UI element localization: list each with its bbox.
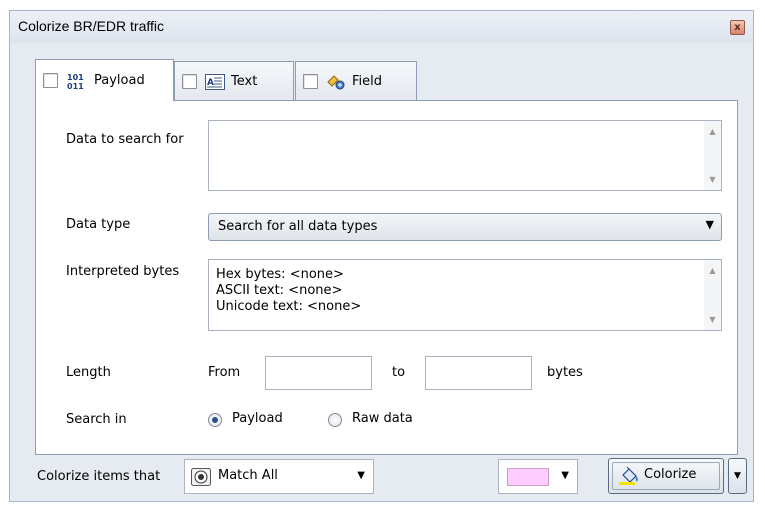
field-icon — [326, 73, 346, 91]
window-title: Colorize BR/EDR traffic — [18, 18, 165, 34]
scroll-down-icon[interactable]: ▼ — [704, 175, 721, 184]
chevron-down-icon: ▼ — [734, 471, 741, 481]
tab-field[interactable]: Field — [295, 61, 417, 101]
data-to-search-label: Data to search for — [66, 132, 184, 147]
close-icon: x — [734, 22, 741, 33]
tab-field-label: Field — [352, 74, 383, 89]
payload-panel: Data to search for ▲ ▼ Data type Search … — [35, 100, 738, 455]
color-select[interactable]: ▼ — [498, 459, 578, 494]
length-label: Length — [66, 365, 111, 380]
interpreted-bytes-box: Hex bytes: <none> ASCII text: <none> Uni… — [208, 259, 722, 331]
to-label: to — [392, 365, 406, 380]
match-value: Match All — [218, 468, 278, 483]
title-bar: Colorize BR/EDR traffic x — [10, 11, 753, 43]
interpreted-ascii: ASCII text: <none> — [216, 283, 343, 298]
text-icon: A — [205, 73, 225, 90]
length-from-input[interactable] — [265, 356, 372, 390]
chevron-down-icon: ▼ — [357, 470, 365, 481]
svg-text:011: 011 — [67, 82, 84, 90]
scroll-up-icon[interactable]: ▲ — [704, 127, 721, 136]
data-type-value: Search for all data types — [218, 219, 378, 234]
tab-text-label: Text — [231, 74, 258, 89]
chevron-down-icon: ▼ — [561, 470, 569, 481]
tab-payload-label: Payload — [94, 73, 145, 88]
chevron-down-icon: ▼ — [705, 218, 714, 231]
length-to-input[interactable] — [425, 356, 532, 390]
raw-data-radio[interactable] — [328, 413, 342, 427]
scroll-up-icon[interactable]: ▲ — [704, 266, 721, 275]
tab-payload[interactable]: 101 011 Payload — [35, 59, 174, 101]
paint-bucket-icon — [619, 466, 641, 489]
match-all-icon — [191, 468, 211, 490]
interpreted-hex: Hex bytes: <none> — [216, 267, 344, 282]
match-select[interactable]: Match All ▼ — [184, 459, 374, 494]
close-button[interactable]: x — [730, 20, 745, 35]
colorize-button-label: Colorize — [644, 467, 697, 482]
data-type-label: Data type — [66, 217, 131, 232]
data-to-search-scrollbar[interactable]: ▲ ▼ — [704, 121, 721, 190]
payload-radio-label[interactable]: Payload — [232, 411, 283, 426]
data-type-select[interactable]: Search for all data types ▼ — [208, 213, 722, 241]
colorize-dialog: Colorize BR/EDR traffic x 101 011 Payloa… — [9, 10, 754, 502]
text-checkbox[interactable] — [182, 74, 197, 89]
colorize-split-button[interactable]: ▼ — [728, 458, 747, 494]
interpreted-unicode: Unicode text: <none> — [216, 299, 362, 314]
search-in-label: Search in — [66, 412, 127, 427]
data-to-search-input[interactable]: ▲ ▼ — [208, 120, 722, 191]
scroll-down-icon[interactable]: ▼ — [704, 315, 721, 324]
payload-checkbox[interactable] — [43, 73, 58, 88]
interpreted-bytes-label: Interpreted bytes — [66, 264, 180, 279]
colorize-button[interactable]: Colorize — [608, 458, 724, 494]
raw-data-radio-label[interactable]: Raw data — [352, 411, 413, 426]
color-swatch — [507, 468, 549, 486]
colorize-items-label: Colorize items that — [37, 469, 161, 484]
svg-text:101: 101 — [67, 73, 84, 82]
binary-icon: 101 011 — [66, 72, 88, 90]
from-label: From — [208, 365, 241, 380]
tab-text[interactable]: A Text — [174, 61, 294, 101]
field-checkbox[interactable] — [303, 74, 318, 89]
interpreted-scrollbar[interactable]: ▲ ▼ — [704, 260, 721, 330]
bytes-label: bytes — [547, 365, 583, 380]
payload-radio[interactable] — [208, 413, 222, 427]
